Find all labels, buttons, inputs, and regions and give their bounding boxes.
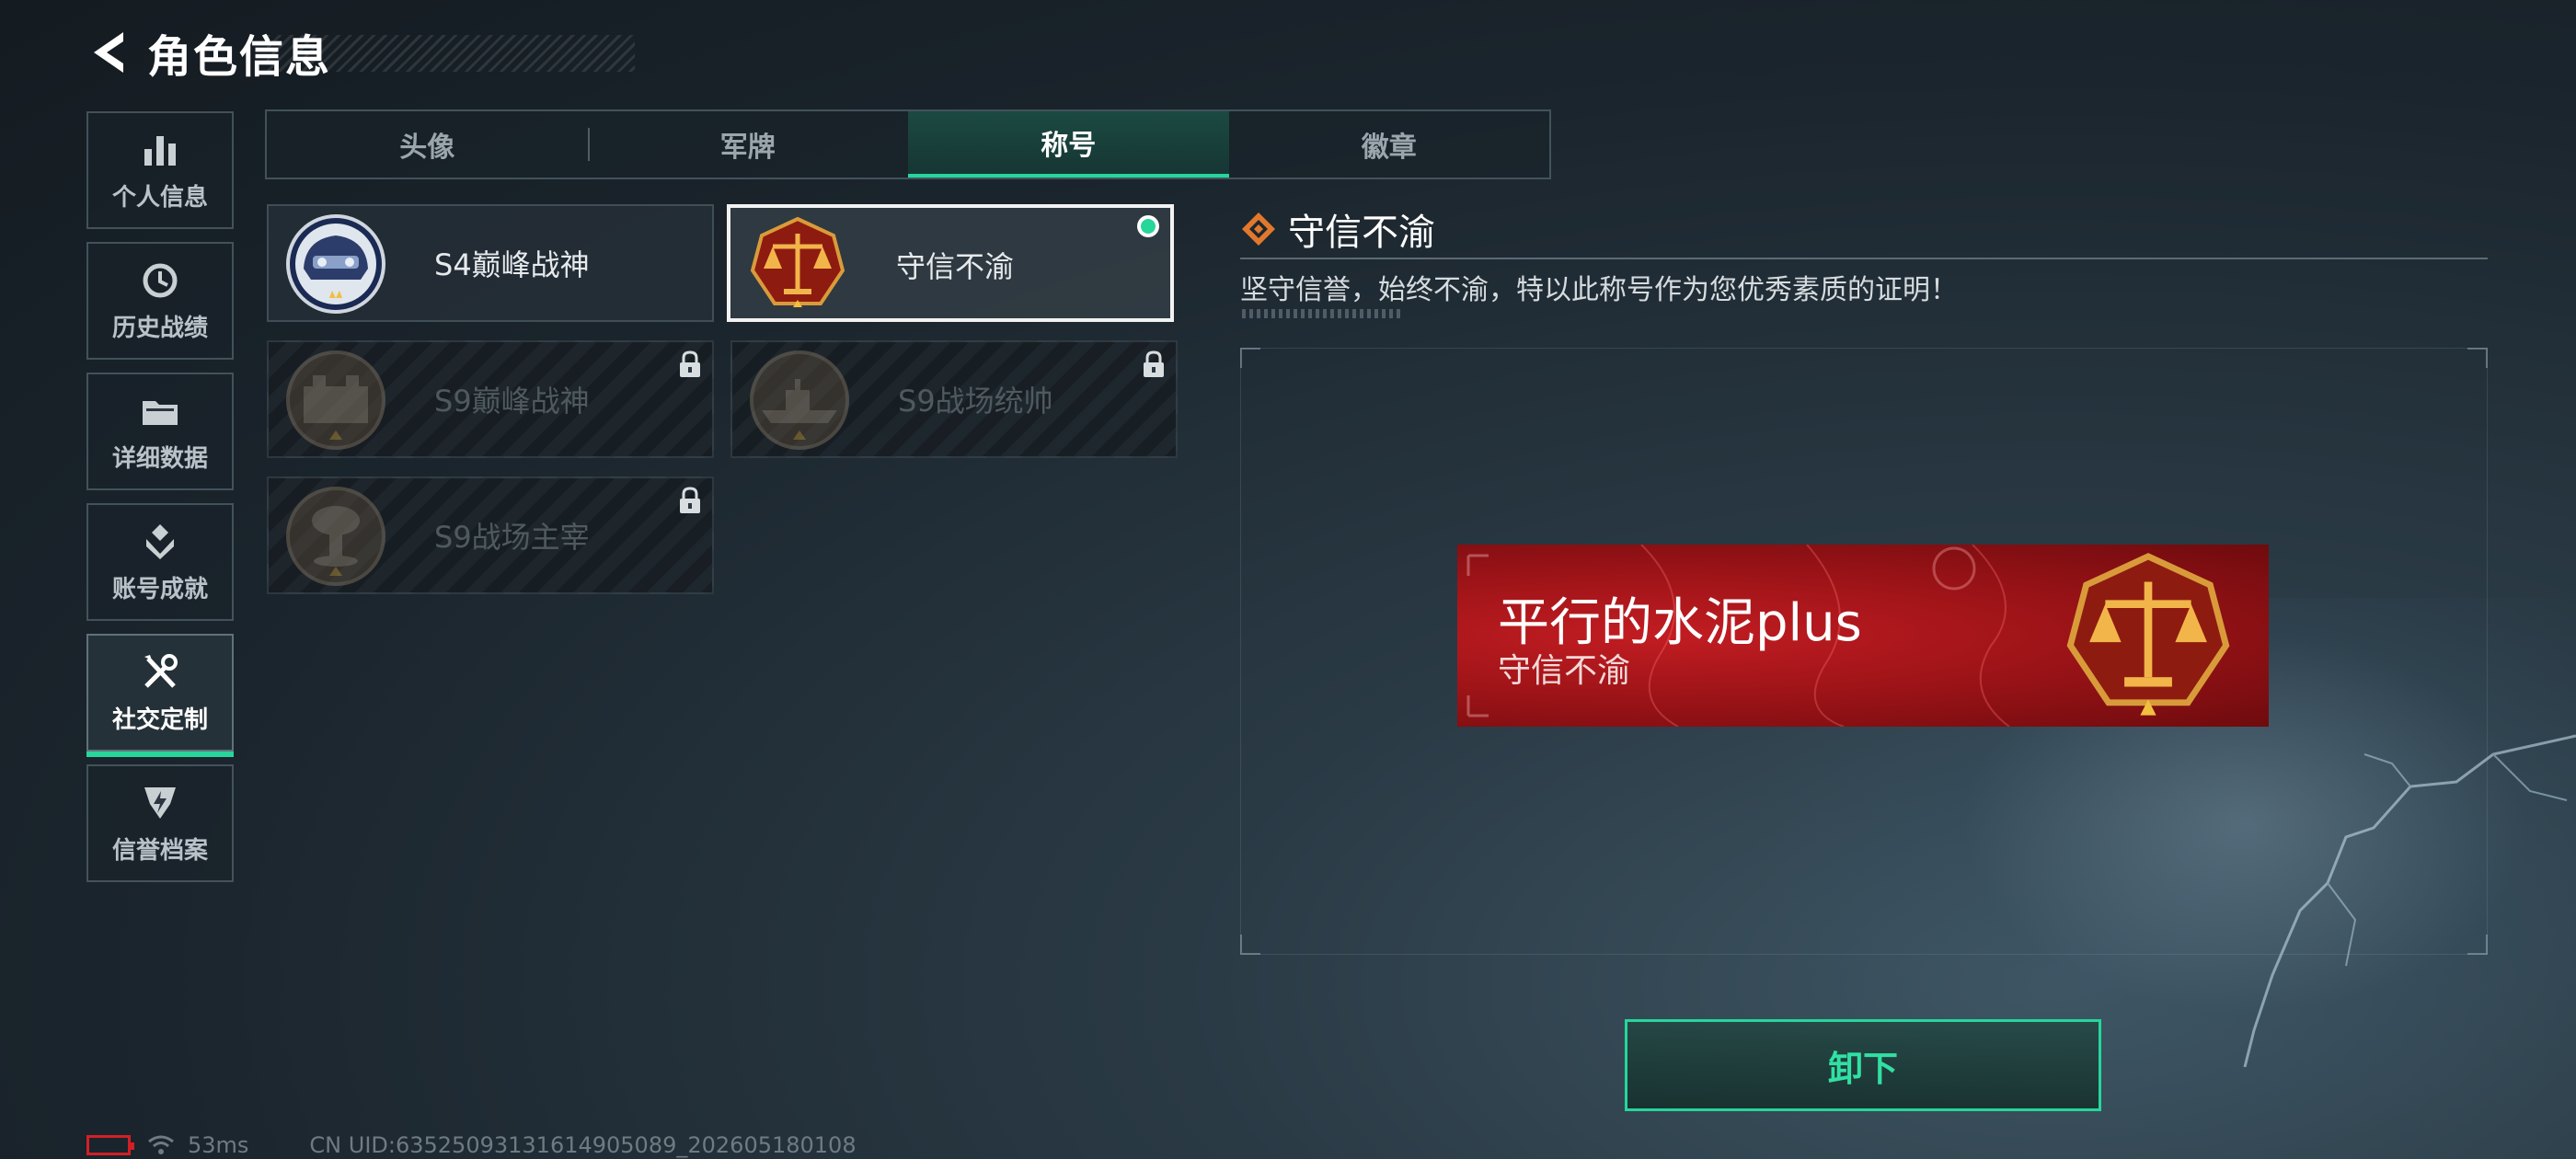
detail-description: 坚守信誉，始终不渝，特以此称号作为您优秀素质的证明！ <box>1240 274 1958 306</box>
status-bar: 53ms CN UID:63525093131614905089_2026051… <box>86 1131 857 1159</box>
sidebar-item-history[interactable]: 历史战绩 <box>86 242 234 360</box>
title-card-label: S9战场统帅 <box>898 384 1053 419</box>
tools-icon <box>144 653 178 688</box>
sidebar-item-social-customization[interactable]: 社交定制 <box>86 634 234 757</box>
detail-title-text: 守信不渝 <box>1288 212 1435 254</box>
battery-icon <box>86 1135 134 1155</box>
frame-corner <box>1240 935 1260 955</box>
unequip-button[interactable]: 卸下 <box>1625 1019 2101 1111</box>
mushroom-cloud-medal-icon <box>286 487 385 586</box>
detail-decoration <box>1242 309 1403 318</box>
title-card-s9-battlefield-ruler[interactable]: S9战场主宰 <box>267 476 714 594</box>
tab-dog-tag[interactable]: 军牌 <box>587 111 909 178</box>
category-tabs: 头像 军牌 称号 徽章 <box>265 109 1551 179</box>
header: 角色信息 <box>83 20 635 85</box>
sidebar-item-label: 社交定制 <box>111 706 208 734</box>
lock-icon <box>1144 350 1164 377</box>
diamond-emblem-icon <box>1242 212 1275 246</box>
achievement-icon <box>146 523 174 559</box>
scales-medal-icon <box>2066 553 2230 716</box>
title-card-label: S9巅峰战神 <box>434 384 590 419</box>
detail-divider <box>1240 258 2488 259</box>
helmet-medal-icon <box>286 214 385 314</box>
ping-value: 53ms <box>188 1132 249 1158</box>
nameplate-title: 守信不渝 <box>1498 652 1631 690</box>
title-card-label: S9战场主宰 <box>434 520 590 555</box>
sidebar: 个人信息 历史战绩 详细数据 账号成就 社交定制 信誉档案 <box>86 111 234 895</box>
history-clock-icon <box>143 263 178 297</box>
frame-corner <box>2467 935 2488 955</box>
lock-icon <box>680 350 700 377</box>
sidebar-item-label: 信誉档案 <box>111 836 208 865</box>
equipped-indicator-icon <box>1137 215 1159 237</box>
nameplate-preview: 平行的水泥plus 守信不渝 <box>1457 545 2269 727</box>
sidebar-item-label: 历史战绩 <box>111 314 208 342</box>
sidebar-item-achievements[interactable]: 账号成就 <box>86 503 234 621</box>
sidebar-item-detailed-data[interactable]: 详细数据 <box>86 373 234 490</box>
detail-title: 守信不渝 <box>1240 202 1435 256</box>
title-card-label: S4巅峰战神 <box>434 247 590 282</box>
title-card-s9-peak-god[interactable]: S9巅峰战神 <box>267 340 714 458</box>
page-title: 角色信息 <box>147 31 332 83</box>
frame-corner <box>1240 348 1260 368</box>
back-button[interactable] <box>83 27 134 78</box>
bar-chart-icon <box>144 135 176 166</box>
title-card-s9-battlefield-marshal[interactable]: S9战场统帅 <box>730 340 1178 458</box>
tab-badge[interactable]: 徽章 <box>1229 111 1550 178</box>
lock-icon <box>680 487 700 513</box>
scales-medal-icon <box>750 216 845 307</box>
fortress-medal-icon <box>286 350 385 450</box>
warship-medal-icon <box>750 350 849 450</box>
wifi-icon <box>148 1135 174 1154</box>
back-arrow-icon <box>94 32 123 73</box>
sidebar-item-personal-info[interactable]: 个人信息 <box>86 111 234 229</box>
title-card-s4-peak-god[interactable]: S4巅峰战神 <box>267 204 714 322</box>
tab-title[interactable]: 称号 <box>908 111 1229 178</box>
user-uid: CN UID:63525093131614905089_202605180108 <box>309 1132 857 1158</box>
sidebar-item-label: 详细数据 <box>111 444 208 473</box>
shield-emblem-icon <box>144 786 176 819</box>
title-card-keep-faith[interactable]: 守信不渝 <box>727 204 1174 322</box>
tab-avatar[interactable]: 头像 <box>267 111 588 178</box>
title-card-label: 守信不渝 <box>896 249 1015 284</box>
frame-corner <box>2467 348 2488 368</box>
sidebar-item-label: 账号成就 <box>111 575 208 603</box>
sidebar-item-label: 个人信息 <box>111 183 208 212</box>
folder-icon <box>143 400 178 425</box>
sidebar-item-reputation[interactable]: 信誉档案 <box>86 764 234 882</box>
